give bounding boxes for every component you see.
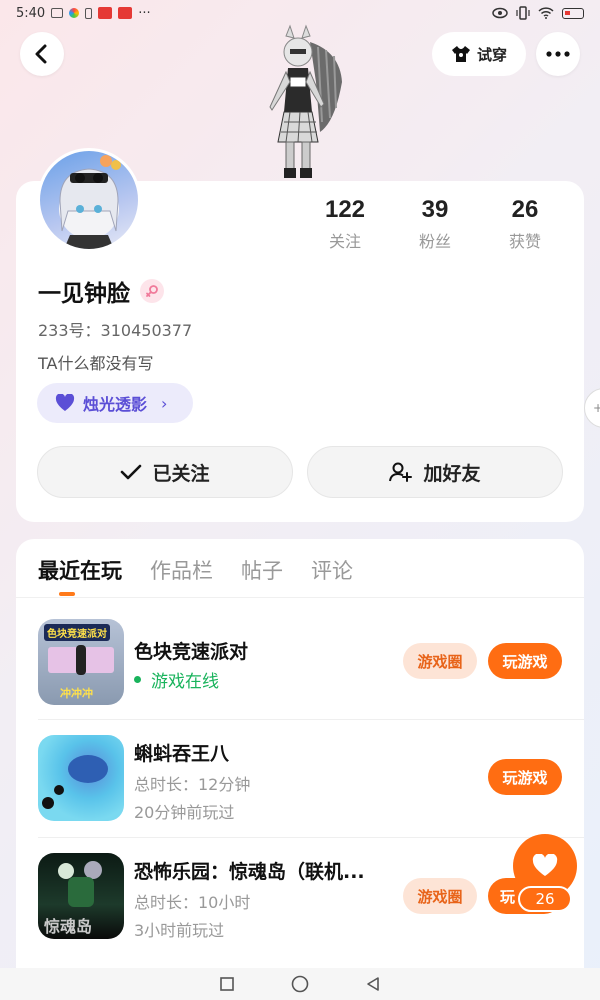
- female-icon: [140, 279, 164, 303]
- system-nav-bar: [0, 968, 600, 1000]
- tab-posts[interactable]: 帖子: [241, 555, 283, 585]
- message-icon: [51, 8, 64, 18]
- likes-label: 获赞: [508, 232, 541, 251]
- game-icon[interactable]: 惊魂岛: [38, 853, 124, 939]
- followed-label: 已关注: [152, 462, 210, 485]
- like-count: 26: [518, 886, 572, 912]
- try-on-button[interactable]: 试穿: [432, 32, 526, 76]
- add-friend-button[interactable]: 加好友: [307, 446, 563, 498]
- tab-bar: 最近在玩 作品栏 帖子 评论: [38, 555, 353, 585]
- chevron-left-icon: [35, 44, 47, 64]
- app-badge-icon: [118, 7, 133, 19]
- back-button[interactable]: [20, 32, 64, 76]
- stat-fans[interactable]: 39 粉丝: [390, 196, 480, 252]
- fans-label: 粉丝: [418, 232, 451, 251]
- game-circle-button[interactable]: 游戏圈: [403, 878, 477, 914]
- game-icon[interactable]: 色块竞速派对 冲冲冲: [38, 619, 124, 705]
- status-time: 5:40: [16, 5, 46, 21]
- stat-following[interactable]: 122 关注: [300, 196, 390, 252]
- game-row[interactable]: 惊魂岛 恐怖乐园：惊魂岛（联机... 总时长：10小时 3小时前玩过 游戏圈 玩: [16, 837, 584, 955]
- game-icon-title: 色块竞速派对: [44, 624, 110, 641]
- heart-icon: [532, 854, 558, 876]
- game-icon[interactable]: [38, 735, 124, 821]
- vibrate-icon: [516, 6, 530, 20]
- followed-button[interactable]: 已关注: [37, 446, 293, 498]
- more-dots-icon: [546, 51, 570, 57]
- game-row[interactable]: 蝌蚪吞王八 总时长：12分钟 20分钟前玩过 玩游戏: [16, 719, 584, 837]
- play-game-button[interactable]: 玩游戏: [488, 643, 562, 679]
- back-nav-icon[interactable]: [365, 976, 381, 992]
- fans-count: 39: [421, 196, 449, 223]
- tshirt-icon: [451, 46, 470, 62]
- identity-tag-label: 烛光透影: [83, 395, 148, 414]
- online-status: 游戏在线: [134, 667, 219, 692]
- game-icon-subtitle: 冲冲冲: [60, 687, 93, 700]
- online-label: 游戏在线: [151, 672, 219, 692]
- battery-small-icon: [85, 7, 93, 19]
- following-label: 关注: [328, 232, 361, 251]
- game-title: 蝌蚪吞王八: [134, 743, 230, 765]
- active-tab-indicator: [59, 592, 75, 596]
- game-title: 色块竞速派对: [134, 641, 249, 663]
- chevron-right-icon: ›: [161, 393, 168, 413]
- stats-row: 122 关注 39 粉丝 26 获赞: [300, 196, 590, 252]
- following-count: 122: [324, 196, 366, 223]
- app-badge-icon: [98, 7, 113, 19]
- game-title: 恐怖乐园：惊魂岛（联机...: [134, 861, 365, 883]
- divider: [16, 597, 584, 598]
- battery-icon: [562, 7, 584, 19]
- avatar-figure: [250, 22, 350, 182]
- game-last-played: 3小时前玩过: [134, 921, 225, 940]
- side-float-handle[interactable]: +: [584, 388, 600, 428]
- heart-icon: [55, 394, 75, 411]
- eye-icon: [492, 7, 508, 19]
- nickname: 一见钟脸: [38, 274, 164, 308]
- game-icon-title: 惊魂岛: [44, 917, 93, 936]
- game-circle-button[interactable]: 游戏圈: [403, 643, 477, 679]
- nickname-text: 一见钟脸: [38, 281, 130, 307]
- tab-recent[interactable]: 最近在玩: [38, 555, 122, 585]
- add-friend-label: 加好友: [423, 462, 481, 485]
- tab-comments[interactable]: 评论: [311, 555, 353, 585]
- recents-icon[interactable]: [219, 976, 235, 992]
- play-game-button[interactable]: 玩游戏: [488, 759, 562, 795]
- game-duration: 总时长：12分钟: [134, 775, 251, 794]
- check-icon: [121, 464, 142, 480]
- avatar[interactable]: [37, 148, 141, 252]
- identity-tag[interactable]: 烛光透影 ›: [37, 383, 193, 423]
- more-button[interactable]: [536, 32, 580, 76]
- online-dot: [134, 676, 141, 683]
- game-row[interactable]: 色块竞速派对 冲冲冲 色块竞速派对 游戏在线 游戏圈 玩游戏: [16, 601, 584, 719]
- user-id: 233号：310450377: [38, 321, 193, 340]
- add-user-icon: [389, 462, 413, 482]
- wifi-icon: [538, 7, 554, 19]
- content-card: 最近在玩 作品栏 帖子 评论 色块竞速派对 冲冲冲 色块竞速派对 游戏在线 游戏…: [16, 539, 584, 969]
- bio: TA什么都没有写: [38, 354, 154, 373]
- stat-likes[interactable]: 26 获赞: [480, 196, 570, 252]
- status-more-dots: ···: [138, 5, 151, 21]
- game-last-played: 20分钟前玩过: [134, 803, 235, 822]
- game-duration: 总时长：10小时: [134, 893, 251, 912]
- flower-icon: [69, 8, 80, 18]
- likes-count: 26: [511, 196, 539, 223]
- home-icon[interactable]: [291, 975, 309, 993]
- try-on-label: 试穿: [476, 45, 507, 64]
- tab-works[interactable]: 作品栏: [150, 555, 213, 585]
